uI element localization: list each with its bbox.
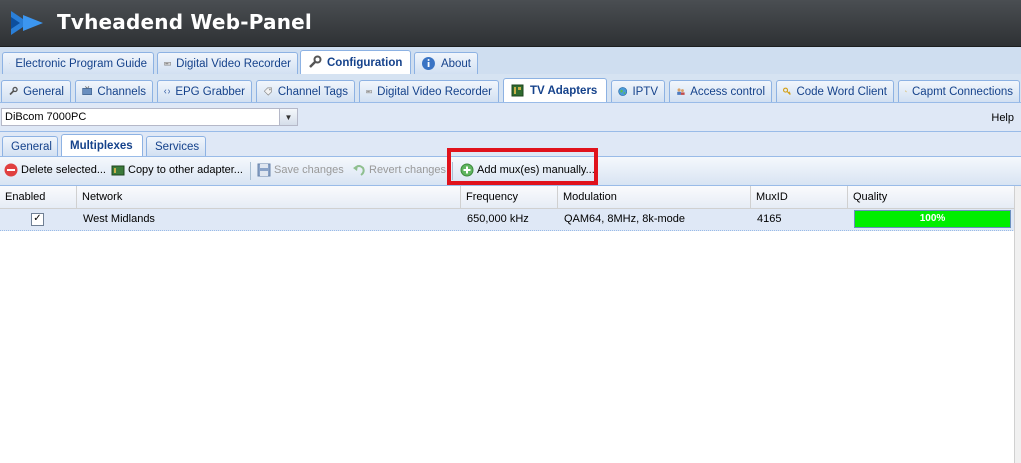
save-changes-button[interactable]: Save changes [257,163,344,177]
tab-label: Capmt Connections [912,85,1013,98]
tab-iptv[interactable]: IPTV [611,80,665,102]
cell-muxid: 4165 [757,213,782,225]
tab-label: Digital Video Recorder [176,57,291,70]
tab-about[interactable]: About [414,52,478,74]
app-header: Tvheadend Web-Panel [0,0,1021,47]
tab-tv-adapters[interactable]: TV Adapters [503,78,607,102]
grid-scrollbar[interactable] [1014,186,1021,463]
tab-general[interactable]: General [1,80,71,102]
column-header-enabled[interactable]: Enabled [0,186,77,208]
delete-selected-button[interactable]: Delete selected... [4,163,106,177]
tab-label: Channels [97,85,146,98]
tab-digital-video-recorder-config[interactable]: Digital Video Recorder [359,80,499,102]
tab-digital-video-recorder[interactable]: Digital Video Recorder [157,52,298,74]
undo-icon [353,165,365,176]
cell-frequency: 650,000 kHz [467,213,529,225]
tab-label: Configuration [327,56,403,69]
code-icon [164,89,171,94]
tag-icon [9,62,11,65]
tab-label: Electronic Program Guide [15,57,147,70]
highlight-box [447,148,598,185]
tv-icon [82,86,93,95]
checkmark-icon: ✓ [33,213,42,224]
tab-label: EPG Grabber [175,85,245,98]
enabled-checkbox[interactable]: ✓ [31,213,44,226]
recorder-icon [366,90,372,94]
column-header-muxid[interactable]: MuxID [751,186,848,208]
tab-adapter-general[interactable]: General [2,136,58,156]
tab-label: About [440,57,471,70]
delete-selected-label: Delete selected... [21,164,106,176]
users-icon [677,88,685,95]
tab-epg-grabber[interactable]: EPG Grabber [157,80,252,102]
tag-icon [263,87,272,96]
tab-label: IPTV [632,85,658,98]
tab-channels[interactable]: Channels [75,80,153,102]
adapter-select-value: DiBcom 7000PC [5,111,87,123]
save-changes-label: Save changes [274,164,344,176]
column-header-modulation[interactable]: Modulation [558,186,751,208]
key-icon [905,90,907,93]
adapter-icon [111,165,125,176]
key-icon [783,87,791,95]
tab-label: Digital Video Recorder [377,85,492,98]
tab-capmt-connections[interactable]: Capmt Connections [898,80,1020,102]
tab-label: Access control [690,85,765,98]
cell-modulation: QAM64, 8MHz, 8k-mode [564,213,686,225]
column-header-quality[interactable]: Quality [848,186,1014,208]
copy-to-adapter-label: Copy to other adapter... [128,164,243,176]
globe-icon [618,87,628,96]
help-link[interactable]: Help [991,112,1014,124]
tab-channel-tags[interactable]: Channel Tags [256,80,355,102]
tab-configuration[interactable]: Configuration [300,50,411,74]
copy-to-adapter-button[interactable]: Copy to other adapter... [111,163,243,177]
recorder-icon [164,62,171,66]
adapter-selector-row: DiBcom 7000PC ▼ Help [0,103,1021,132]
tab-multiplexes[interactable]: Multiplexes [61,134,143,156]
revert-changes-button[interactable]: Revert changes [352,163,446,177]
toolbar-divider [250,162,251,180]
app-title: Tvheadend Web-Panel [57,10,312,34]
mux-grid-header: Enabled Network Frequency Modulation Mux… [0,186,1021,209]
main-tabbar: Electronic Program Guide Digital Video R… [0,47,1021,75]
column-header-network[interactable]: Network [77,186,461,208]
info-icon [421,57,435,70]
wrench-icon [9,86,18,96]
delete-icon [4,163,18,177]
cell-network: West Midlands [83,213,155,225]
column-header-frequency[interactable]: Frequency [461,186,558,208]
quality-bar: 100% [854,210,1011,228]
tvheadend-logo-icon [11,11,43,35]
tab-code-word-client[interactable]: Code Word Client [776,80,894,102]
adapter-icon [511,84,524,97]
revert-changes-label: Revert changes [369,164,447,176]
chevron-down-icon[interactable]: ▼ [279,109,297,125]
tab-electronic-program-guide[interactable]: Electronic Program Guide [2,52,154,74]
table-row[interactable]: ✓ West Midlands 650,000 kHz QAM64, 8MHz,… [0,209,1021,231]
tab-label: Code Word Client [796,85,887,98]
adapter-select[interactable]: DiBcom 7000PC ▼ [1,108,298,126]
save-icon [257,163,271,177]
wrench-icon [309,55,322,68]
quality-bar-label: 100% [919,213,946,224]
tab-access-control[interactable]: Access control [669,80,772,102]
tab-label: Channel Tags [277,85,348,98]
tab-label: General [23,85,64,98]
config-tabbar: General Channels EPG Grabber Channel Tag… [0,74,1021,103]
tab-label: TV Adapters [530,84,598,97]
tab-services[interactable]: Services [146,136,206,156]
